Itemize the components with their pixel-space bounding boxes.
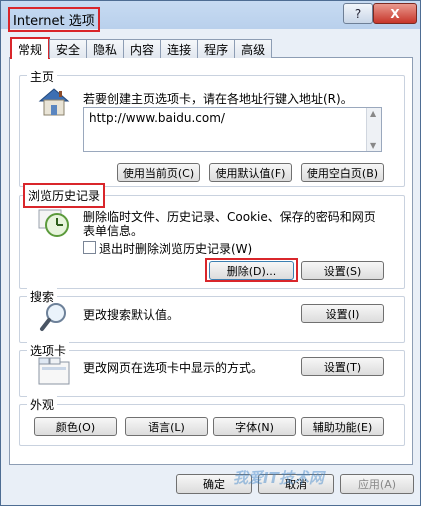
languages-button[interactable]: 语言(L) bbox=[125, 417, 208, 436]
colors-button[interactable]: 颜色(O) bbox=[34, 417, 117, 436]
internet-options-window: Internet 选项 ? X 常规 安全 隐私 内容 连接 程序 高级 主页 … bbox=[0, 0, 421, 506]
delete-history-button[interactable]: 删除(D)... bbox=[209, 261, 294, 280]
close-button[interactable]: X bbox=[373, 3, 417, 24]
scroll-down-icon[interactable]: ▼ bbox=[370, 141, 376, 150]
tab-general[interactable]: 常规 bbox=[10, 37, 51, 59]
tabbed-window-icon bbox=[37, 356, 71, 389]
use-blank-button[interactable]: 使用空白页(B) bbox=[301, 163, 384, 182]
delete-on-exit-checkbox[interactable] bbox=[83, 241, 96, 254]
appearance-legend: 外观 bbox=[27, 396, 58, 413]
apply-button[interactable]: 应用(A) bbox=[340, 474, 414, 494]
tabs-description: 更改网页在选项卡中显示的方式。 bbox=[83, 361, 264, 375]
tab-programs[interactable]: 程序 bbox=[197, 39, 236, 58]
delete-on-exit-label: 退出时删除浏览历史记录(W) bbox=[99, 242, 253, 256]
magnifier-icon bbox=[39, 301, 69, 336]
window-title: Internet 选项 bbox=[8, 7, 100, 32]
search-settings-button[interactable]: 设置(I) bbox=[301, 304, 384, 323]
history-description-line2: 表单信息。 bbox=[83, 224, 144, 238]
help-button[interactable]: ? bbox=[343, 3, 373, 24]
tab-advanced[interactable]: 高级 bbox=[234, 39, 273, 58]
home-page-url-box[interactable]: http://www.baidu.com/ ▲ ▼ bbox=[83, 107, 382, 152]
fonts-button[interactable]: 字体(N) bbox=[213, 417, 296, 436]
home-page-legend: 主页 bbox=[27, 68, 58, 85]
watermark-text: 我爱IT技术网 bbox=[233, 469, 324, 487]
url-scrollbar[interactable]: ▲ ▼ bbox=[366, 108, 381, 151]
use-default-button[interactable]: 使用默认值(F) bbox=[209, 163, 292, 182]
tab-connections[interactable]: 连接 bbox=[160, 39, 199, 58]
tab-security[interactable]: 安全 bbox=[49, 39, 88, 58]
title-bar: Internet 选项 ? X bbox=[1, 1, 420, 32]
search-description: 更改搜索默认值。 bbox=[83, 308, 180, 322]
scroll-up-icon[interactable]: ▲ bbox=[370, 109, 376, 118]
tabs-settings-button[interactable]: 设置(T) bbox=[301, 357, 384, 376]
history-settings-button[interactable]: 设置(S) bbox=[301, 261, 384, 280]
accessibility-button[interactable]: 辅助功能(E) bbox=[301, 417, 384, 436]
use-current-button[interactable]: 使用当前页(C) bbox=[117, 163, 200, 182]
tab-privacy[interactable]: 隐私 bbox=[86, 39, 125, 58]
tab-strip: 常规 安全 隐私 内容 连接 程序 高级 bbox=[10, 37, 273, 59]
history-clock-icon bbox=[37, 208, 71, 241]
browsing-history-legend: 浏览历史记录 bbox=[23, 183, 106, 208]
tab-content[interactable]: 内容 bbox=[123, 39, 162, 58]
home-page-description: 若要创建主页选项卡，请在各地址行键入地址(R)。 bbox=[83, 92, 353, 106]
house-icon bbox=[37, 85, 71, 122]
home-page-url: http://www.baidu.com/ bbox=[89, 111, 225, 125]
